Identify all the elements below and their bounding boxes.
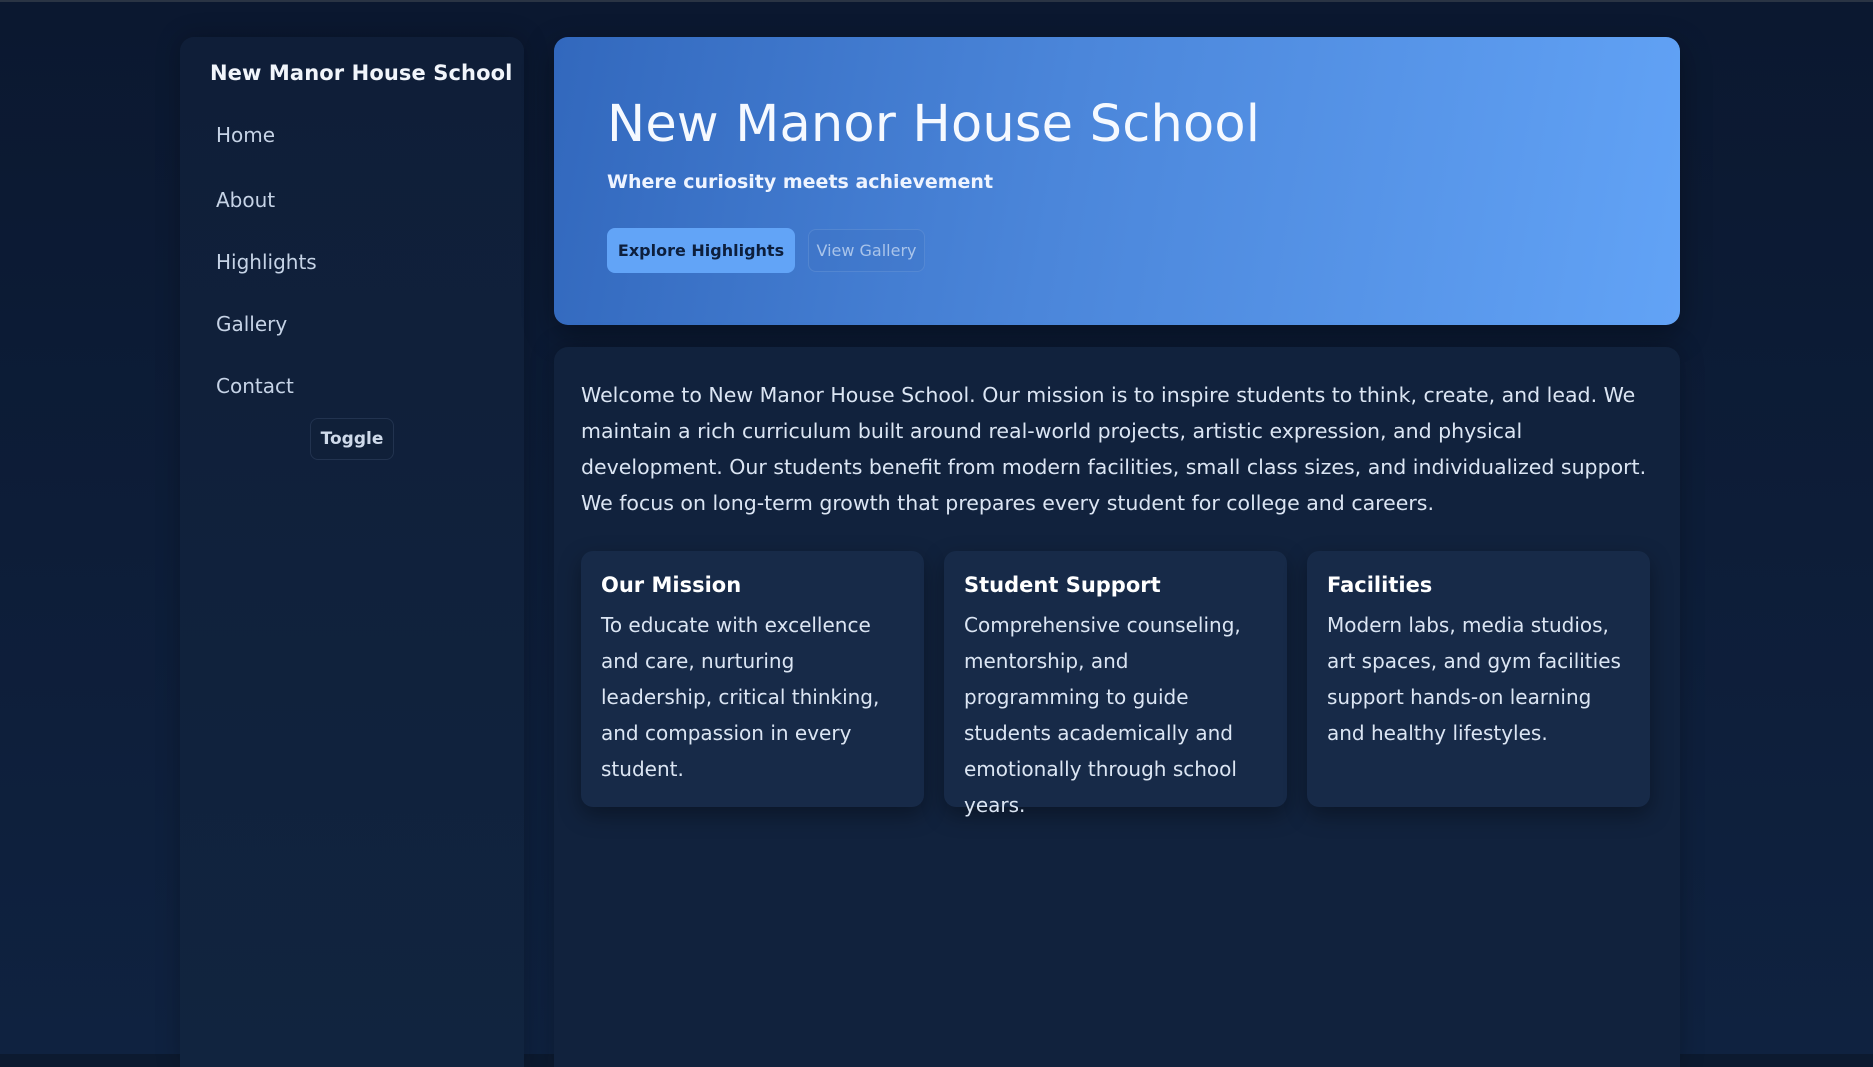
card-body: To educate with excellence and care, nur… [601,613,880,781]
card-title: Student Support [964,573,1161,597]
card-title: Facilities [1327,573,1433,597]
sidebar-toggle-button[interactable]: Toggle [310,418,394,460]
main-content: Welcome to New Manor House School. Our m… [554,347,1680,1067]
card-our-mission: Our Mission To educate with excellence a… [581,551,924,807]
sidebar: New Manor House School Home About Highli… [180,37,524,1067]
sidebar-item-contact[interactable]: Contact [216,355,317,417]
intro-paragraph: Welcome to New Manor House School. Our m… [581,383,1647,515]
hero-subtitle: Where curiosity meets achievement [607,171,994,193]
card-title: Our Mission [601,573,742,597]
sidebar-item-highlights[interactable]: Highlights [216,231,317,293]
sidebar-item-gallery[interactable]: Gallery [216,293,317,355]
sidebar-nav: Home About Highlights Gallery Contact [216,117,317,417]
card-body: Modern labs, media studios, art spaces, … [1327,613,1621,745]
view-gallery-button[interactable]: View Gallery [808,229,925,272]
hero-title: New Manor House School [607,95,1261,154]
explore-highlights-button[interactable]: Explore Highlights [607,228,795,273]
card-facilities: Facilities Modern labs, media studios, a… [1307,551,1650,807]
sidebar-brand: New Manor House School [210,61,513,85]
sidebar-item-home[interactable]: Home [216,117,317,169]
sidebar-item-about[interactable]: About [216,169,317,231]
card-body: Comprehensive counseling, mentorship, an… [964,613,1241,817]
page-layout: New Manor House School Home About Highli… [180,37,1680,1067]
hero-banner: New Manor House School Where curiosity m… [554,37,1680,325]
feature-cards: Our Mission To educate with excellence a… [581,551,1650,817]
card-student-support: Student Support Comprehensive counseling… [944,551,1287,817]
